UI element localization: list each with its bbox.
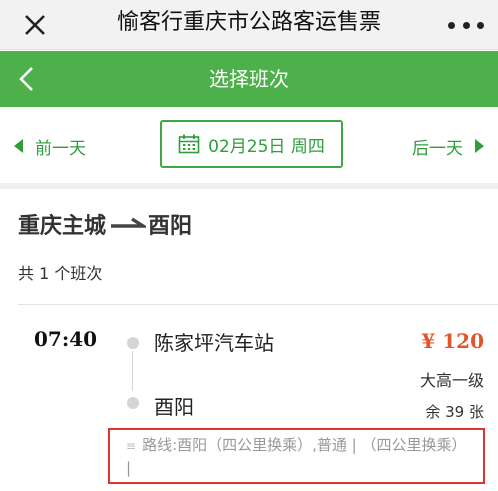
seats-remaining: 余 39 张 xyxy=(425,403,484,421)
route-list-icon: ≡ xyxy=(126,439,137,453)
route-to: 酉阳 xyxy=(148,214,193,239)
current-date: 02月25日 周四 xyxy=(208,136,325,157)
arrival-station: 酉阳 xyxy=(154,395,194,419)
calendar-icon xyxy=(178,134,200,154)
trip-item[interactable]: 07:40 陈家坪汽车站 酉阳 ¥ 120 大高一级 余 39 张 ≡ 路线:酉阳… xyxy=(0,305,498,491)
destination-dot-icon xyxy=(127,397,139,409)
bus-type: 大高一级 xyxy=(419,371,484,390)
departure-station: 陈家坪汽车站 xyxy=(154,331,274,355)
nav-title: 选择班次 xyxy=(209,67,289,91)
route-line xyxy=(132,351,133,391)
route-info: ≡ 路线:酉阳（四公里换乘）,普通 | （四公里换乘） | xyxy=(108,428,485,484)
route-title: 重庆主城 酉阳 xyxy=(18,208,192,240)
prev-day-label: 前一天 xyxy=(35,138,86,159)
more-dots-icon[interactable] xyxy=(448,10,484,40)
nav-bar: 选择班次 xyxy=(0,51,498,107)
next-day-label: 后一天 xyxy=(412,138,463,159)
date-picker-button[interactable]: 02月25日 周四 xyxy=(160,120,343,168)
wechat-title-bar: 愉客行重庆市公路客运售票 xyxy=(0,0,498,50)
date-selector: 前一天 02月25日 周四 后一天 xyxy=(0,107,498,183)
page-title: 愉客行重庆市公路客运售票 xyxy=(116,10,381,35)
next-day-button[interactable]: 后一天 xyxy=(412,131,484,161)
close-icon[interactable] xyxy=(18,8,52,42)
ticket-price: ¥ 120 xyxy=(421,329,484,353)
departure-time: 07:40 xyxy=(34,327,98,351)
route-arrow-icon xyxy=(111,217,147,228)
section-divider xyxy=(0,183,498,189)
triangle-left-icon xyxy=(14,139,23,153)
route-info-text: 路线:酉阳（四公里换乘）,普通 | （四公里换乘） | xyxy=(126,436,467,477)
prev-day-button[interactable]: 前一天 xyxy=(14,131,86,161)
trip-count: 共 1 个班次 xyxy=(18,264,103,283)
origin-dot-icon xyxy=(127,337,139,349)
route-from: 重庆主城 xyxy=(18,214,107,239)
triangle-right-icon xyxy=(475,139,484,153)
